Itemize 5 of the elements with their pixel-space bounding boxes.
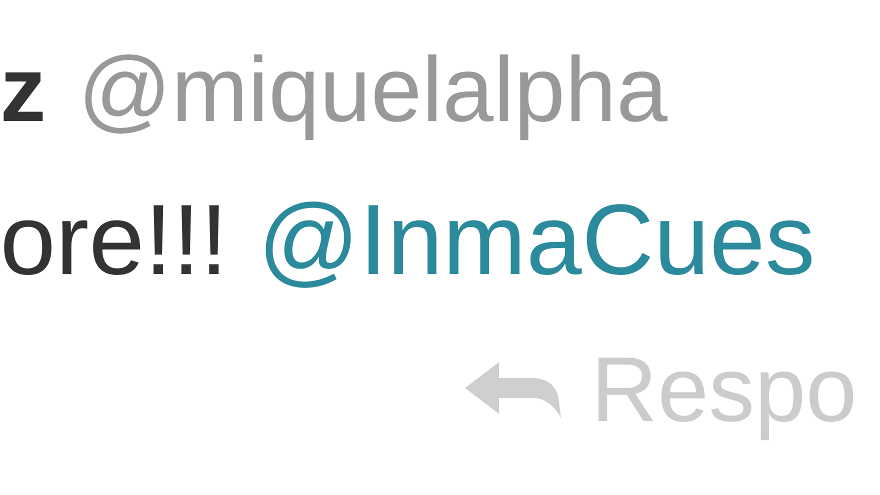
author-name: z: [0, 38, 46, 142]
reply-arrow-icon: [465, 362, 561, 418]
username-handle[interactable]: @miquelalpha: [78, 38, 668, 142]
tweet-text: ore!!!: [0, 182, 228, 298]
mention-link[interactable]: @InmaCues: [258, 182, 816, 298]
